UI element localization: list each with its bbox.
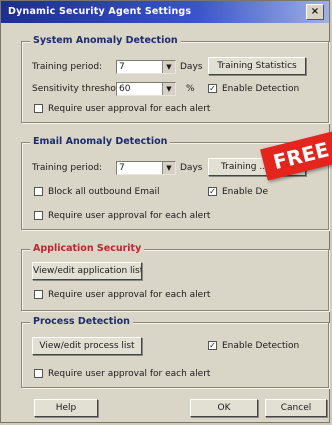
sensitivity-value: 60 bbox=[119, 84, 131, 94]
system-anomaly-title: System Anomaly Detection bbox=[30, 35, 181, 46]
email-approval-checkbox[interactable] bbox=[34, 211, 43, 220]
application-approval-checkbox[interactable] bbox=[34, 290, 43, 299]
check-icon: ✓ bbox=[209, 187, 216, 196]
application-security-title: Application Security bbox=[30, 243, 145, 254]
system-enable-label: Enable Detection bbox=[222, 84, 300, 94]
chevron-down-icon[interactable]: ▼ bbox=[162, 61, 175, 73]
block-email-label: Block all outbound Email bbox=[48, 187, 160, 197]
system-training-label: Training period: bbox=[32, 62, 103, 72]
system-approval-label: Require user approval for each alert bbox=[48, 104, 211, 114]
sensitivity-label: Sensitivity threshold: bbox=[32, 84, 128, 94]
system-anomaly-group: System Anomaly Detection Training period… bbox=[21, 35, 329, 123]
training-statistics-button[interactable]: Training Statistics bbox=[208, 57, 306, 75]
email-approval-label: Require user approval for each alert bbox=[48, 211, 211, 221]
chevron-down-icon[interactable]: ▼ bbox=[162, 83, 175, 95]
email-anomaly-title: Email Anomaly Detection bbox=[30, 136, 171, 147]
system-training-select[interactable]: 7 ▼ bbox=[116, 60, 176, 74]
application-approval-label: Require user approval for each alert bbox=[48, 290, 211, 300]
settings-window: Dynamic Security Agent Settings × System… bbox=[0, 0, 332, 423]
view-process-list-button[interactable]: View/edit process list bbox=[32, 337, 142, 355]
chevron-down-icon[interactable]: ▼ bbox=[162, 162, 175, 174]
email-training-label: Training period: bbox=[32, 163, 103, 173]
system-enable-checkbox[interactable]: ✓ bbox=[208, 84, 217, 93]
email-training-select[interactable]: 7 ▼ bbox=[116, 161, 176, 175]
process-approval-label: Require user approval for each alert bbox=[48, 369, 211, 379]
block-email-checkbox[interactable] bbox=[34, 187, 43, 196]
percent-label: % bbox=[186, 84, 195, 94]
email-enable-label: Enable De bbox=[222, 187, 268, 197]
title-bar: Dynamic Security Agent Settings × bbox=[1, 1, 329, 23]
check-icon: ✓ bbox=[209, 84, 216, 93]
ok-button[interactable]: OK bbox=[190, 399, 258, 417]
email-days-label: Days bbox=[180, 163, 203, 173]
cancel-button[interactable]: Cancel bbox=[265, 399, 327, 417]
sensitivity-select[interactable]: 60 ▼ bbox=[116, 82, 176, 96]
email-training-value: 7 bbox=[119, 163, 125, 173]
process-approval-checkbox[interactable] bbox=[34, 369, 43, 378]
system-approval-checkbox[interactable] bbox=[34, 104, 43, 113]
process-enable-label: Enable Detection bbox=[222, 341, 300, 351]
system-training-value: 7 bbox=[119, 62, 125, 72]
email-enable-checkbox[interactable]: ✓ bbox=[208, 187, 217, 196]
application-security-group: Application Security View/edit applicati… bbox=[21, 243, 329, 311]
check-icon: ✓ bbox=[209, 341, 216, 350]
view-application-list-button[interactable]: View/edit application list bbox=[32, 262, 142, 280]
process-detection-group: Process Detection View/edit process list… bbox=[21, 316, 329, 388]
process-detection-title: Process Detection bbox=[30, 316, 133, 327]
window-title: Dynamic Security Agent Settings bbox=[8, 6, 192, 17]
close-button[interactable]: × bbox=[306, 4, 324, 20]
help-button[interactable]: Help bbox=[34, 399, 98, 417]
system-days-label: Days bbox=[180, 62, 203, 72]
process-enable-checkbox[interactable]: ✓ bbox=[208, 341, 217, 350]
